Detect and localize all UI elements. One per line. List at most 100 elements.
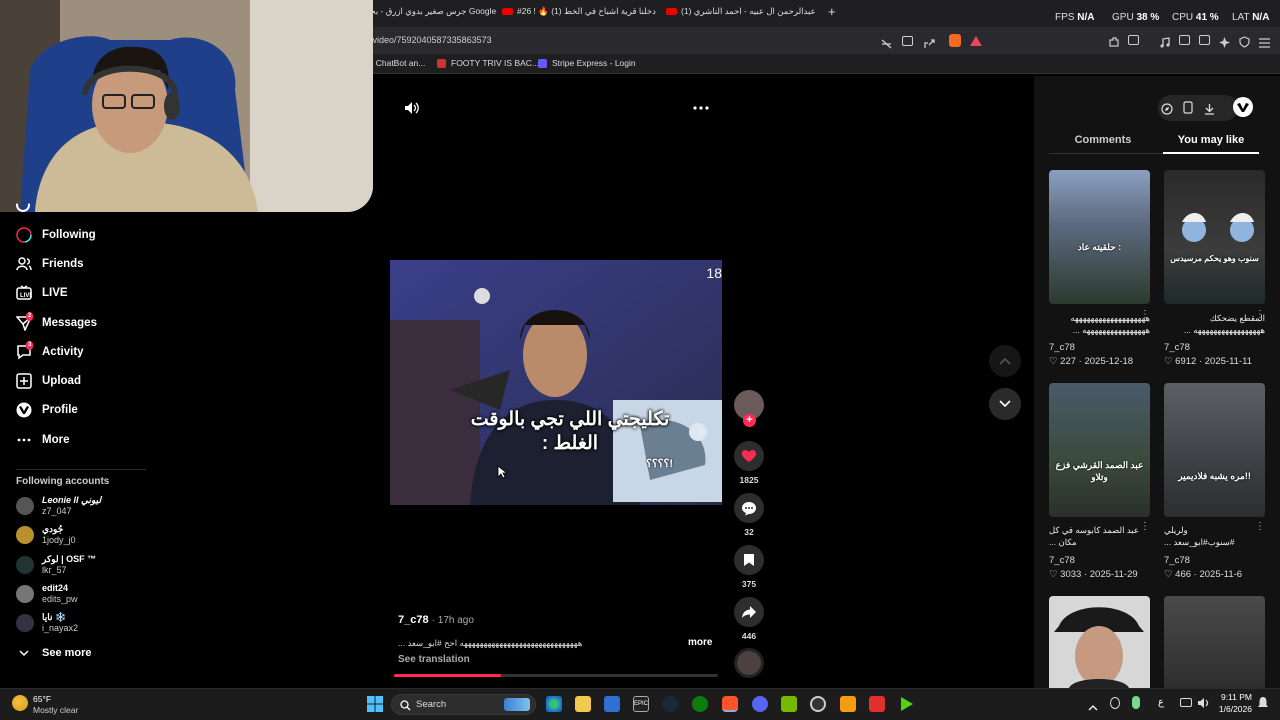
comment-button[interactable]: 32: [734, 493, 764, 537]
sidebar-item-friends[interactable]: Friends: [16, 254, 84, 274]
like-button[interactable]: 1825: [734, 441, 764, 485]
leo-ai-icon[interactable]: [1219, 35, 1230, 48]
wallet-icon[interactable]: [1128, 35, 1139, 45]
sidebar-item-upload[interactable]: Upload: [16, 371, 81, 391]
browser-tab-google[interactable]: جرس صغير بدوي ازرق - بحث Google: [362, 6, 496, 17]
recommended-video-author[interactable]: 7_c78: [1049, 555, 1075, 566]
mobile-icon[interactable]: [1183, 101, 1193, 119]
recommended-video-thumbnail[interactable]: سنوب وهو يحكم مرسيدس: [1164, 170, 1265, 304]
adobe-app-icon[interactable]: [869, 696, 885, 712]
share-page-icon[interactable]: [924, 36, 935, 48]
weather-temp[interactable]: 65°F: [33, 694, 51, 704]
volume-icon[interactable]: [404, 101, 420, 120]
follow-plus-icon[interactable]: +: [743, 414, 756, 427]
extensions-icon[interactable]: [1108, 35, 1119, 47]
next-video-button[interactable]: [989, 388, 1021, 420]
tab-comments[interactable]: Comments: [1049, 134, 1157, 146]
video-author-link[interactable]: 7_c78: [398, 614, 429, 626]
sound-disc[interactable]: [734, 648, 764, 678]
author-avatar-follow[interactable]: +: [734, 390, 764, 427]
network-icon[interactable]: [1180, 698, 1192, 707]
following-account-item[interactable]: جُودي 1jody_j0: [16, 523, 76, 547]
vpn-shield-icon[interactable]: [1239, 35, 1250, 48]
following-account-item[interactable]: Leonie ll ليوني z7_047: [16, 494, 101, 518]
bookmark-stripe-express[interactable]: Stripe Express - Login: [538, 58, 636, 69]
recommended-video-thumbnail[interactable]: [1164, 596, 1265, 688]
previous-video-button[interactable]: [989, 345, 1021, 377]
video-player[interactable]: 18 تكليجتي اللي تجي بالوقت الغلط : ؟؟؟؟!: [390, 260, 722, 505]
edge-icon[interactable]: [546, 696, 562, 712]
see-translation-link[interactable]: See translation: [398, 654, 470, 665]
app-icon[interactable]: [840, 696, 856, 712]
more-description-button[interactable]: more: [688, 637, 712, 648]
recommended-video-thumbnail[interactable]: عبد الصمد القرشي فزع وتلاو: [1049, 383, 1150, 517]
sidebar-toggle-icon[interactable]: [1179, 35, 1190, 45]
tab-you-may-like[interactable]: You may like: [1163, 134, 1259, 146]
nvidia-icon[interactable]: [781, 696, 797, 712]
xbox-icon[interactable]: [692, 696, 708, 712]
file-explorer-icon[interactable]: [575, 696, 591, 712]
recommended-video-title[interactable]: ولريلي #سنوب#ابو_سعد ...: [1164, 524, 1265, 548]
brave-shield-icon[interactable]: [949, 34, 961, 47]
url-field[interactable]: /video/7592040587335863573: [370, 35, 492, 45]
chevron-up-icon[interactable]: [1088, 699, 1098, 717]
video-options-icon[interactable]: ⋮: [1255, 309, 1265, 320]
recommended-video-thumbnail[interactable]: حلقيته عاد :: [1049, 170, 1150, 304]
progress-bar[interactable]: [394, 674, 718, 677]
recommended-video-author[interactable]: 7_c78: [1164, 555, 1190, 566]
cast-icon[interactable]: [902, 36, 913, 46]
epic-games-icon[interactable]: EPIC: [633, 696, 649, 712]
music-icon[interactable]: [1159, 35, 1170, 48]
recommended-video-author[interactable]: 7_c78: [1164, 342, 1190, 353]
bookmark-chatbot[interactable]: t ChatBot an...: [371, 58, 425, 68]
brave-browser-icon[interactable]: [722, 696, 738, 712]
download-icon[interactable]: [1204, 102, 1215, 120]
video-options-icon[interactable]: ⋮: [1140, 309, 1150, 320]
share-button[interactable]: 446: [734, 597, 764, 641]
sync-icon[interactable]: [1110, 697, 1120, 709]
input-language[interactable]: ع: [1158, 697, 1164, 708]
see-more-button[interactable]: See more: [16, 643, 92, 663]
sidebar-item-profile[interactable]: Profile: [16, 400, 78, 420]
following-account-item[interactable]: لوكر | OSF ™ lkr_57: [16, 553, 96, 577]
sidebar-item-live[interactable]: LIVE LIVE: [16, 283, 68, 303]
brave-rewards-icon[interactable]: [970, 36, 982, 46]
sidebar-item-activity[interactable]: 3 Activity: [16, 341, 84, 362]
browser-tab-video-1[interactable]: #26 ! 🔥 دخلنا قرية اشباح في الخط (1): [502, 6, 656, 17]
store-icon[interactable]: [604, 696, 620, 712]
sidebar-item-more[interactable]: More: [16, 430, 69, 450]
notification-bell-icon[interactable]: [1257, 696, 1269, 714]
menu-icon[interactable]: [1259, 35, 1270, 48]
new-tab-button[interactable]: +: [828, 4, 836, 19]
bookmark-footy-triv[interactable]: FOOTY TRIV IS BAC...: [437, 58, 539, 69]
taskbar-search-box[interactable]: Search: [391, 694, 536, 715]
obs-icon[interactable]: [810, 696, 826, 712]
following-account-item[interactable]: نايا ❄️ i_nayax2: [16, 611, 78, 635]
recommended-video-thumbnail[interactable]: مره يشبه فلاديمير!!: [1164, 383, 1265, 517]
clock-time[interactable]: 9:11 PM: [1214, 692, 1252, 702]
windows-start-icon[interactable]: [367, 696, 383, 717]
sidebar-item-following[interactable]: Following: [16, 225, 96, 245]
video-options-icon[interactable]: ⋮: [1255, 521, 1265, 532]
video-options-icon[interactable]: ⋮: [1140, 521, 1150, 532]
bookmark-button[interactable]: 375: [734, 545, 764, 589]
compass-icon[interactable]: [1161, 102, 1173, 120]
wallet-2-icon[interactable]: [1199, 35, 1210, 45]
microphone-icon[interactable]: [1132, 696, 1140, 709]
following-account-item[interactable]: edit24 edits_pw: [16, 582, 78, 606]
recommended-video-author[interactable]: 7_c78: [1049, 342, 1075, 353]
steam-icon[interactable]: [662, 696, 678, 712]
reader-off-icon[interactable]: [881, 36, 892, 49]
recommended-video-thumbnail[interactable]: [1049, 596, 1150, 688]
recommended-video-title[interactable]: هههههههههههههههههههه ههههههههههههههههه ..…: [1049, 312, 1150, 336]
clock-date[interactable]: 1/6/2026: [1206, 704, 1252, 714]
more-options-icon[interactable]: [693, 101, 709, 120]
browser-tab-video-2[interactable]: عبدالرحمن ال عبيه - احمد الناشري (1): [666, 6, 816, 17]
profile-avatar-icon[interactable]: [1233, 97, 1253, 117]
recommended-video-title[interactable]: المقطع يضحكك هههههههههههههههههه ...: [1164, 312, 1265, 336]
weather-moon-icon[interactable]: [12, 695, 28, 711]
sidebar-item-messages[interactable]: 2 Messages: [16, 312, 97, 333]
media-player-icon[interactable]: [898, 696, 914, 712]
discord-icon[interactable]: [752, 696, 768, 712]
recommended-video-title[interactable]: عبد الصمد كابوسه في كل مكان ...: [1049, 524, 1150, 548]
